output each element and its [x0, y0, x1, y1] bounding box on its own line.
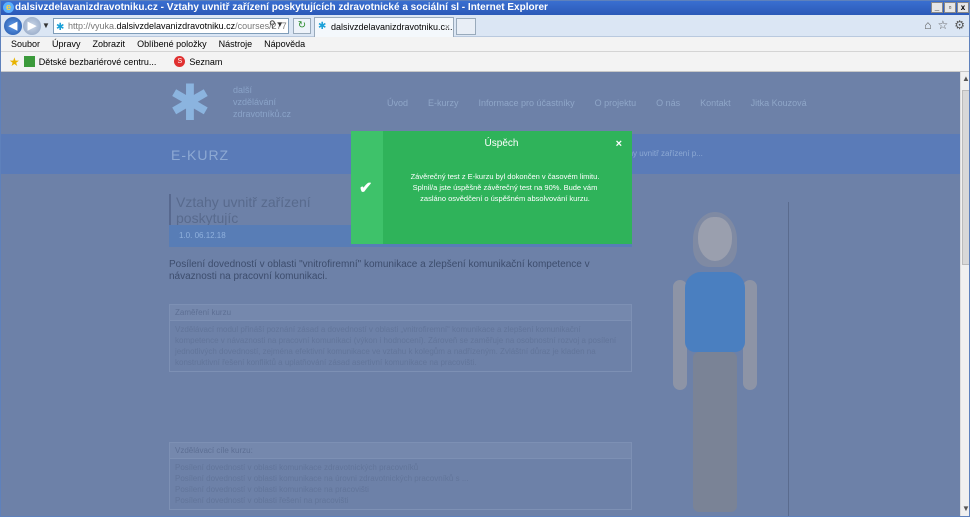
settings-gear-icon[interactable]: ⚙ — [954, 18, 965, 32]
window-title: dalsivzdelavanizdravotniku.cz - Vztahy u… — [15, 2, 548, 13]
menu-item-zobrazit[interactable]: Zobrazit — [93, 37, 126, 51]
success-dialog: ✔ Úspěch × Závěrečný test z E-kurzu byl … — [351, 131, 632, 244]
menu-item-soubor[interactable]: Soubor — [11, 37, 40, 51]
ie-logo-icon: e — [3, 2, 14, 13]
window-controls: _ ▫ x — [931, 2, 969, 13]
logo-line-2: vzdělávání — [233, 97, 277, 107]
menu-item-oblibene[interactable]: Oblíbené položky — [137, 37, 207, 51]
box-heading: Vzdělávací cíle kurzu: — [170, 443, 631, 459]
browser-tab[interactable]: ✱ dalsivzdelavanizdravotniku.c... × — [314, 17, 454, 37]
list-item: Posílení dovedností v oblasti komunikace… — [175, 485, 369, 494]
menu-bar: Soubor Úpravy Zobrazit Oblíbené položky … — [1, 37, 969, 52]
dialog-message: Závěrečný test z E-kurzu byl dokončen v … — [399, 171, 611, 204]
url-buttons: ⚲ ▾ — [269, 19, 282, 30]
nav-o-projektu[interactable]: O projektu — [595, 98, 637, 108]
seznam-favicon-icon: S — [174, 56, 186, 67]
menu-item-napoveda[interactable]: Nápověda — [264, 37, 305, 51]
refresh-button[interactable]: ↻ — [293, 18, 311, 34]
nav-informace[interactable]: Informace pro účastníky — [479, 98, 575, 108]
search-icon[interactable]: ⚲ — [269, 19, 276, 30]
bookmark-detske-centrum[interactable]: Dětské bezbariérové centru... — [39, 57, 157, 67]
site-favicon-icon: ✱ — [56, 22, 65, 33]
scroll-down-icon[interactable]: ▼ — [961, 504, 969, 516]
dialog-icon-strip: ✔ — [351, 131, 383, 244]
course-title: Vztahy uvnitř zařízení poskytujíc — [169, 194, 369, 226]
site-nav: Úvod E-kurzy Informace pro účastníky O p… — [387, 98, 807, 108]
forward-button[interactable]: ▶ — [23, 17, 41, 35]
logo-line-1: další — [233, 85, 253, 95]
browser-tools: ⌂ ☆ ⚙ — [924, 18, 965, 32]
goals-list: Posílení dovedností v oblasti komunikace… — [170, 459, 631, 509]
url-dropdown-icon[interactable]: ▾ — [278, 19, 283, 30]
avatar-figure — [665, 212, 765, 516]
list-item: Posílení dovedností v oblasti komunikace… — [175, 463, 419, 472]
close-dialog-button[interactable]: × — [616, 138, 622, 150]
vertical-scrollbar[interactable]: ▲ ▼ — [960, 72, 969, 516]
favorites-star-icon[interactable]: ★ — [9, 55, 20, 69]
section-title: E-KURZ — [171, 147, 230, 163]
course-focus-box: Zaměření kurzu Vzdělávací modul přináší … — [169, 304, 632, 372]
menu-item-upravy[interactable]: Úpravy — [52, 37, 81, 51]
home-icon[interactable]: ⌂ — [924, 18, 931, 32]
history-dropdown-icon[interactable]: ▼ — [42, 21, 50, 30]
bookmark-seznam[interactable]: Seznam — [189, 57, 222, 67]
url-domain: dalsivzdelavanizdravotniku.cz — [116, 21, 236, 31]
bookmark-favicon-icon — [23, 56, 35, 67]
nav-ekurzy[interactable]: E-kurzy — [428, 98, 459, 108]
course-date: 1.0. 06.12.18 — [179, 231, 226, 240]
url-prefix: http://vyuka. — [68, 21, 117, 31]
minimize-button[interactable]: _ — [931, 2, 943, 13]
address-bar: ◀ ▶ ▼ ✱ http://vyuka.dalsivzdelavanizdra… — [1, 15, 969, 37]
dialog-title: Úspěch — [484, 138, 519, 149]
menu-item-nastroje[interactable]: Nástroje — [219, 37, 253, 51]
site-logo-text[interactable]: další vzdělávání zdravotníků.cz — [233, 84, 291, 120]
site-header: ✱ další vzdělávání zdravotníků.cz Úvod E… — [1, 72, 960, 134]
box-text: Vzdělávací modul přináší poznání zásad a… — [175, 325, 617, 367]
nav-uvod[interactable]: Úvod — [387, 98, 408, 108]
nav-kontakt[interactable]: Kontakt — [700, 98, 731, 108]
favorites-bar: ★ Dětské bezbariérové centru... S Seznam — [1, 52, 969, 72]
box-heading: Zaměření kurzu — [170, 305, 631, 321]
nav-user[interactable]: Jitka Kouzová — [751, 98, 807, 108]
nav-o-nas[interactable]: O nás — [656, 98, 680, 108]
course-goals-box: Vzdělávací cíle kurzu: Posílení dovednos… — [169, 442, 632, 510]
title-bar: e dalsivzdelavanizdravotniku.cz - Vztahy… — [1, 1, 969, 15]
logo-line-3: zdravotníků.cz — [233, 109, 292, 119]
message-line-2: Splnil/a jste úspěšně závěrečný test na … — [412, 183, 598, 203]
checkmark-icon: ✔ — [359, 180, 373, 197]
maximize-button[interactable]: ▫ — [944, 2, 956, 13]
tab-label: dalsivzdelavanizdravotniku.c... — [331, 22, 453, 32]
url-field[interactable]: ✱ http://vyuka.dalsivzdelavanizdravotnik… — [53, 18, 289, 34]
list-item: Posílení dovedností v oblasti řešení na … — [175, 496, 349, 505]
close-window-button[interactable]: x — [957, 2, 969, 13]
favorites-star-icon[interactable]: ☆ — [937, 18, 948, 32]
browser-window: e dalsivzdelavanizdravotniku.cz - Vztahy… — [0, 0, 970, 517]
tab-favicon-icon: ✱ — [318, 21, 327, 32]
site-logo-icon[interactable]: ✱ — [169, 76, 229, 131]
list-item: Posílení dovedností v oblasti komunikace… — [175, 474, 469, 483]
scroll-thumb[interactable] — [962, 90, 969, 265]
back-button[interactable]: ◀ — [4, 17, 22, 35]
message-line-1: Závěrečný test z E-kurzu byl dokončen v … — [410, 172, 600, 181]
scroll-up-icon[interactable]: ▲ — [961, 74, 969, 86]
new-tab-button[interactable] — [456, 18, 476, 35]
course-lead: Posílení dovedností v oblasti "vnitrofir… — [169, 259, 590, 282]
tab-close-icon[interactable]: × — [445, 18, 450, 36]
page-content: ✱ další vzdělávání zdravotníků.cz Úvod E… — [1, 72, 960, 516]
